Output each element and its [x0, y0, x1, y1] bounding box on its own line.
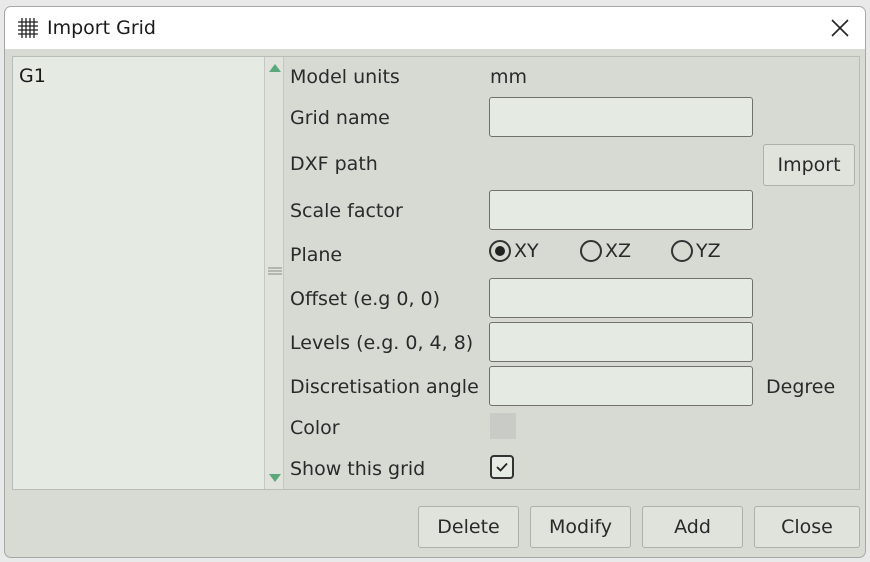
- plane-option-label: YZ: [696, 240, 721, 262]
- add-button[interactable]: Add: [642, 506, 743, 548]
- model-units-label: Model units: [290, 66, 400, 88]
- grid-name-label: Grid name: [290, 107, 390, 129]
- grid-name-input[interactable]: [489, 97, 753, 137]
- scroll-grip-icon[interactable]: [268, 267, 282, 275]
- discretisation-angle-input[interactable]: [489, 366, 753, 406]
- grid-icon: [18, 18, 38, 38]
- close-icon: [831, 19, 849, 37]
- plane-radio-xz[interactable]: XZ: [580, 240, 631, 262]
- arrow-down-icon[interactable]: [267, 471, 283, 485]
- offset-label: Offset (e.g 0, 0): [290, 288, 441, 310]
- discretisation-angle-label: Discretisation angle: [290, 376, 479, 398]
- levels-input[interactable]: [489, 322, 753, 362]
- grid-list[interactable]: G1: [13, 57, 265, 489]
- arrow-up-icon[interactable]: [267, 61, 283, 75]
- modify-button[interactable]: Modify: [530, 506, 631, 548]
- window-title: Import Grid: [47, 17, 156, 39]
- title-bar: Import Grid: [5, 7, 865, 49]
- color-swatch[interactable]: [490, 413, 516, 439]
- show-grid-checkbox[interactable]: [490, 455, 514, 479]
- list-item[interactable]: G1: [19, 65, 46, 87]
- scale-factor-input[interactable]: [489, 190, 753, 230]
- levels-label: Levels (e.g. 0, 4, 8): [290, 332, 474, 354]
- delete-button[interactable]: Delete: [418, 506, 519, 548]
- offset-input[interactable]: [489, 278, 753, 318]
- color-label: Color: [290, 417, 340, 439]
- plane-option-label: XY: [514, 240, 539, 262]
- import-grid-dialog: Import Grid G1 Model units mm Grid name: [4, 6, 866, 558]
- content-panel: G1 Model units mm Grid name DXF path Imp…: [12, 56, 860, 490]
- dxf-path-label: DXF path: [290, 153, 378, 175]
- radio-unselected-icon: [671, 240, 693, 262]
- show-grid-label: Show this grid: [290, 458, 426, 480]
- import-button[interactable]: Import: [763, 144, 855, 186]
- scale-factor-label: Scale factor: [290, 200, 403, 222]
- plane-option-label: XZ: [605, 240, 632, 262]
- close-window-button[interactable]: [823, 12, 857, 44]
- grid-list-scrollbar[interactable]: [264, 57, 284, 489]
- model-units-value: mm: [490, 66, 528, 88]
- checkmark-icon: [496, 462, 508, 472]
- close-button[interactable]: Close: [754, 506, 860, 548]
- radio-selected-icon: [489, 240, 511, 262]
- plane-radio-yz[interactable]: YZ: [671, 240, 721, 262]
- plane-label: Plane: [290, 244, 343, 266]
- plane-radio-xy[interactable]: XY: [489, 240, 539, 262]
- radio-unselected-icon: [580, 240, 602, 262]
- degree-unit-label: Degree: [766, 376, 836, 398]
